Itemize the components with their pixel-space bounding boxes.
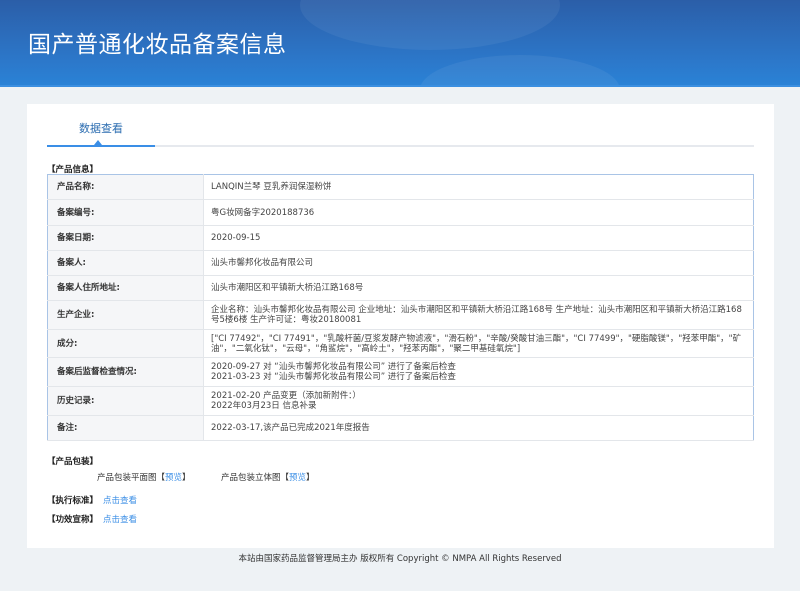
tab-caret-icon xyxy=(94,140,102,145)
inspection-line: 2021-03-23 对 “汕头市馨邦化妆品有限公司” 进行了备案后检查 xyxy=(211,372,456,382)
table-row: 生产企业: 企业名称：汕头市馨邦化妆品有限公司 企业地址：汕头市潮阳区和平镇新大桥… xyxy=(47,300,754,330)
row-label: 备案编号: xyxy=(47,199,204,226)
row-value: 2020-09-15 xyxy=(203,225,754,251)
row-value: 2021-02-20 产品变更（添加新附件：） 2022年03月23日 信息补录 xyxy=(203,386,754,416)
row-value: 汕头市馨邦化妆品有限公司 xyxy=(203,250,754,276)
bracket: 】 xyxy=(182,473,191,483)
row-label: 备注: xyxy=(47,415,204,441)
tab-bar: 数据查看 xyxy=(47,104,754,147)
row-label: 备案人住所地址: xyxy=(47,275,204,301)
bracket: 【 xyxy=(280,473,290,483)
bracket: 】 xyxy=(306,473,315,483)
row-value: 汕头市潮阳区和平镇新大桥沿江路168号 xyxy=(203,275,754,301)
header-decoration xyxy=(420,55,620,85)
header-decoration xyxy=(300,0,560,50)
table-row: 备案后监督检查情况: 2020-09-27 对 “汕头市馨邦化妆品有限公司” 进行… xyxy=(47,357,754,387)
row-label: 生产企业: xyxy=(47,300,204,330)
product-info-table: 产品名称: LANQIN兰琴 豆乳养润保湿粉饼 备案编号: 粤G妆网备字202018… xyxy=(47,174,754,441)
standard-view-link[interactable]: 点击查看 xyxy=(103,494,137,506)
bracket: 【 xyxy=(156,473,166,483)
table-row: 产品名称: LANQIN兰琴 豆乳养润保湿粉饼 xyxy=(47,174,754,200)
row-value: 2022-03-17,该产品已完成2021年度报告 xyxy=(203,415,754,441)
table-row: 备案日期: 2020-09-15 xyxy=(47,225,754,251)
row-label: 成分: xyxy=(47,329,204,358)
packaging-solid-label: 产品包装立体图 xyxy=(221,473,281,483)
row-label: 备案后监督检查情况: xyxy=(47,357,204,387)
row-label: 备案日期: xyxy=(47,225,204,251)
inspection-line: 2020-09-27 对 “汕头市馨邦化妆品有限公司” 进行了备案后检查 xyxy=(211,362,456,372)
preview-flat-link[interactable]: 预览 xyxy=(165,473,182,483)
row-value: LANQIN兰琴 豆乳养润保湿粉饼 xyxy=(203,174,754,200)
row-label: 产品名称: xyxy=(47,174,204,200)
row-value: 粤G妆网备字2020188736 xyxy=(203,199,754,226)
preview-solid-link[interactable]: 预览 xyxy=(289,473,306,483)
history-line: 2022年03月23日 信息补录 xyxy=(211,401,317,411)
row-value: ["CI 77492"，"CI 77491"，"乳酸杆菌/豆浆发酵产物滤液"，"… xyxy=(203,329,754,358)
packaging-flat-label: 产品包装平面图 xyxy=(97,473,157,483)
packaging-solid: 产品包装立体图【预览】 xyxy=(221,471,315,483)
table-row: 历史记录: 2021-02-20 产品变更（添加新附件：） 2022年03月23日 … xyxy=(47,386,754,416)
footer-copyright: 本站由国家药品监督管理局主办 版权所有 Copyright © NMPA All… xyxy=(238,554,562,564)
row-label: 备案人: xyxy=(47,250,204,276)
table-row: 备案人: 汕头市馨邦化妆品有限公司 xyxy=(47,250,754,276)
efficacy-view-link[interactable]: 点击查看 xyxy=(103,513,137,525)
tab-data-view[interactable]: 数据查看 xyxy=(47,104,155,147)
content-card: 数据查看 【产品信息】 产品名称: LANQIN兰琴 豆乳养润保湿粉饼 备案编号:… xyxy=(27,104,774,548)
table-row: 成分: ["CI 77492"，"CI 77491"，"乳酸杆菌/豆浆发酵产物滤液… xyxy=(47,329,754,358)
section-title-standard: 【执行标准】 xyxy=(47,496,99,506)
table-row: 备案编号: 粤G妆网备字2020188736 xyxy=(47,199,754,226)
packaging-flat: 产品包装平面图【预览】 xyxy=(97,471,191,483)
page-header: 国产普通化妆品备案信息 xyxy=(0,0,800,87)
row-value: 企业名称：汕头市馨邦化妆品有限公司 企业地址：汕头市潮阳区和平镇新大桥沿江路16… xyxy=(203,300,754,330)
page-title: 国产普通化妆品备案信息 xyxy=(28,32,287,58)
table-row: 备注: 2022-03-17,该产品已完成2021年度报告 xyxy=(47,415,754,441)
history-line: 2021-02-20 产品变更（添加新附件：） xyxy=(211,391,361,401)
table-row: 备案人住所地址: 汕头市潮阳区和平镇新大桥沿江路168号 xyxy=(47,275,754,301)
tab-label: 数据查看 xyxy=(79,122,123,135)
row-label: 历史记录: xyxy=(47,386,204,416)
section-title-efficacy: 【功效宣称】 xyxy=(47,515,99,525)
row-value: 2020-09-27 对 “汕头市馨邦化妆品有限公司” 进行了备案后检查 2021… xyxy=(203,357,754,387)
section-title-packaging: 【产品包装】 xyxy=(47,457,99,467)
